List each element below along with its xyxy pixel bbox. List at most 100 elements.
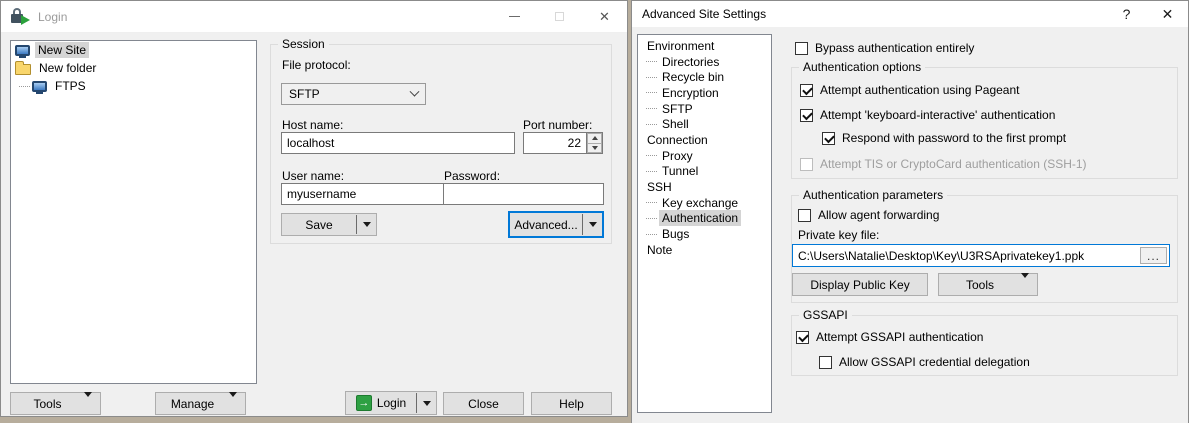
port-number-stepper xyxy=(523,132,603,154)
tools-button[interactable]: Tools xyxy=(10,392,101,415)
winscp-logo-icon xyxy=(10,8,30,26)
tree-item-proxy[interactable]: Proxy xyxy=(638,148,771,164)
auth-params-group-label: Authentication parameters xyxy=(799,188,947,202)
close-icon[interactable]: ✕ xyxy=(1147,1,1188,27)
gssapi-delegation-checkbox[interactable]: Allow GSSAPI credential delegation xyxy=(819,355,1030,369)
checkbox-icon[interactable] xyxy=(800,109,813,122)
tree-connector xyxy=(646,171,657,172)
tree-item-tunnel[interactable]: Tunnel xyxy=(638,164,771,180)
checkbox-icon[interactable] xyxy=(795,42,808,55)
spin-down-icon[interactable] xyxy=(587,144,602,154)
tree-item-label: Authentication xyxy=(659,210,741,226)
manage-button[interactable]: Manage xyxy=(155,392,246,415)
save-dropdown-icon[interactable] xyxy=(357,214,376,235)
maximize-icon xyxy=(537,1,582,32)
tree-item-label: SSH xyxy=(644,179,675,195)
folder-icon xyxy=(15,64,31,75)
tree-item-label: New Site xyxy=(35,42,89,58)
checkbox-icon[interactable] xyxy=(800,84,813,97)
login-dropdown-icon[interactable] xyxy=(417,392,436,414)
user-name-label: User name: xyxy=(282,169,344,183)
tree-connector xyxy=(646,92,657,93)
private-key-value: C:\Users\Natalie\Desktop\Key\U3RSAprivat… xyxy=(798,249,1140,263)
key-tools-dropdown-icon xyxy=(1021,278,1029,292)
file-protocol-value: SFTP xyxy=(289,87,320,101)
manage-dropdown-icon xyxy=(229,397,237,411)
close-icon[interactable]: ✕ xyxy=(582,1,627,32)
tree-item-encryption[interactable]: Encryption xyxy=(638,85,771,101)
minimize-icon[interactable] xyxy=(492,1,537,32)
port-number-input[interactable] xyxy=(523,132,586,154)
browse-button[interactable]: ... xyxy=(1140,247,1167,264)
tree-connector xyxy=(646,234,657,235)
save-button[interactable]: Save xyxy=(281,213,377,236)
respond-password-checkbox[interactable]: Respond with password to the first promp… xyxy=(822,131,1066,145)
close-button-label: Close xyxy=(468,397,499,411)
tree-item-connection[interactable]: Connection xyxy=(638,132,771,148)
tree-item-ssh[interactable]: SSH xyxy=(638,179,771,195)
tree-item-authentication[interactable]: Authentication xyxy=(638,211,771,227)
password-label: Password: xyxy=(444,169,500,183)
gssapi-auth-checkbox[interactable]: Attempt GSSAPI authentication xyxy=(796,330,983,344)
help-button-label: Help xyxy=(559,397,584,411)
host-name-input[interactable] xyxy=(281,132,515,154)
private-key-input[interactable]: C:\Users\Natalie\Desktop\Key\U3RSAprivat… xyxy=(792,244,1170,267)
checkbox-icon[interactable] xyxy=(796,331,809,344)
tree-connector xyxy=(646,77,657,78)
display-public-key-button[interactable]: Display Public Key xyxy=(792,273,928,296)
file-protocol-select[interactable]: SFTP xyxy=(281,83,426,105)
tree-item-shell[interactable]: Shell xyxy=(638,116,771,132)
tree-item-sftp[interactable]: SFTP xyxy=(638,101,771,117)
login-titlebar[interactable]: Login ✕ xyxy=(1,1,627,33)
tree-item-label: Environment xyxy=(644,38,717,54)
host-name-label: Host name: xyxy=(282,118,343,132)
advanced-site-settings-window: Advanced Site Settings ? ✕ EnvironmentDi… xyxy=(631,0,1189,423)
checkbox-icon[interactable] xyxy=(819,356,832,369)
tis-cryptocard-checkbox: Attempt TIS or CryptoCard authentication… xyxy=(800,157,1087,171)
private-key-label: Private key file: xyxy=(798,228,879,242)
advanced-titlebar[interactable]: Advanced Site Settings ? ✕ xyxy=(632,1,1188,27)
tree-item-label: New folder xyxy=(36,60,99,76)
tree-item-environment[interactable]: Environment xyxy=(638,38,771,54)
site-icon xyxy=(15,45,30,56)
tree-item-label: Note xyxy=(644,242,675,258)
advanced-button[interactable]: Advanced... xyxy=(508,211,604,238)
port-number-label: Port number: xyxy=(523,118,592,132)
spin-up-icon[interactable] xyxy=(587,133,602,144)
tree-connector xyxy=(646,61,657,62)
tree-item-directories[interactable]: Directories xyxy=(638,54,771,70)
chevron-down-icon xyxy=(410,86,420,96)
pageant-checkbox[interactable]: Attempt authentication using Pageant xyxy=(800,83,1019,97)
tree-connector xyxy=(646,202,657,203)
close-button[interactable]: Close xyxy=(443,392,524,415)
tree-item-key-exchange[interactable]: Key exchange xyxy=(638,195,771,211)
window-title: Login xyxy=(38,10,67,24)
password-input[interactable] xyxy=(443,183,604,205)
bypass-auth-checkbox[interactable]: Bypass authentication entirely xyxy=(795,41,974,55)
key-tools-button[interactable]: Tools xyxy=(938,273,1038,296)
tools-button-label: Tools xyxy=(11,397,84,411)
tree-item-note[interactable]: Note xyxy=(638,242,771,258)
tree-item-new-site[interactable]: New Site xyxy=(11,41,256,59)
checkbox-icon[interactable] xyxy=(798,209,811,222)
help-button[interactable]: Help xyxy=(531,392,612,415)
checkbox-icon[interactable] xyxy=(822,132,835,145)
desktop: Login ✕ New Site New folderFTPS Session F… xyxy=(0,0,1189,423)
help-icon[interactable]: ? xyxy=(1106,1,1147,27)
tree-item-new-folder[interactable]: New folder xyxy=(11,59,256,77)
session-group: Session File protocol: SFTP Host name: P… xyxy=(270,44,612,244)
checkbox-icon xyxy=(800,158,813,171)
keyboard-interactive-checkbox[interactable]: Attempt 'keyboard-interactive' authentic… xyxy=(800,108,1055,122)
login-button[interactable]: → Login xyxy=(345,391,437,415)
session-group-label: Session xyxy=(278,37,329,51)
tree-item-label: Tunnel xyxy=(659,163,701,179)
tree-item-bugs[interactable]: Bugs xyxy=(638,226,771,242)
advanced-dropdown-icon[interactable] xyxy=(583,213,602,236)
tree-item-recycle-bin[interactable]: Recycle bin xyxy=(638,69,771,85)
tree-item-label: Connection xyxy=(644,132,711,148)
agent-forwarding-checkbox[interactable]: Allow agent forwarding xyxy=(798,208,939,222)
site-tree: New Site New folderFTPS xyxy=(10,40,257,384)
site-icon xyxy=(32,81,47,92)
tree-item-label: Proxy xyxy=(659,148,696,164)
tree-item-ftps[interactable]: FTPS xyxy=(11,77,256,95)
